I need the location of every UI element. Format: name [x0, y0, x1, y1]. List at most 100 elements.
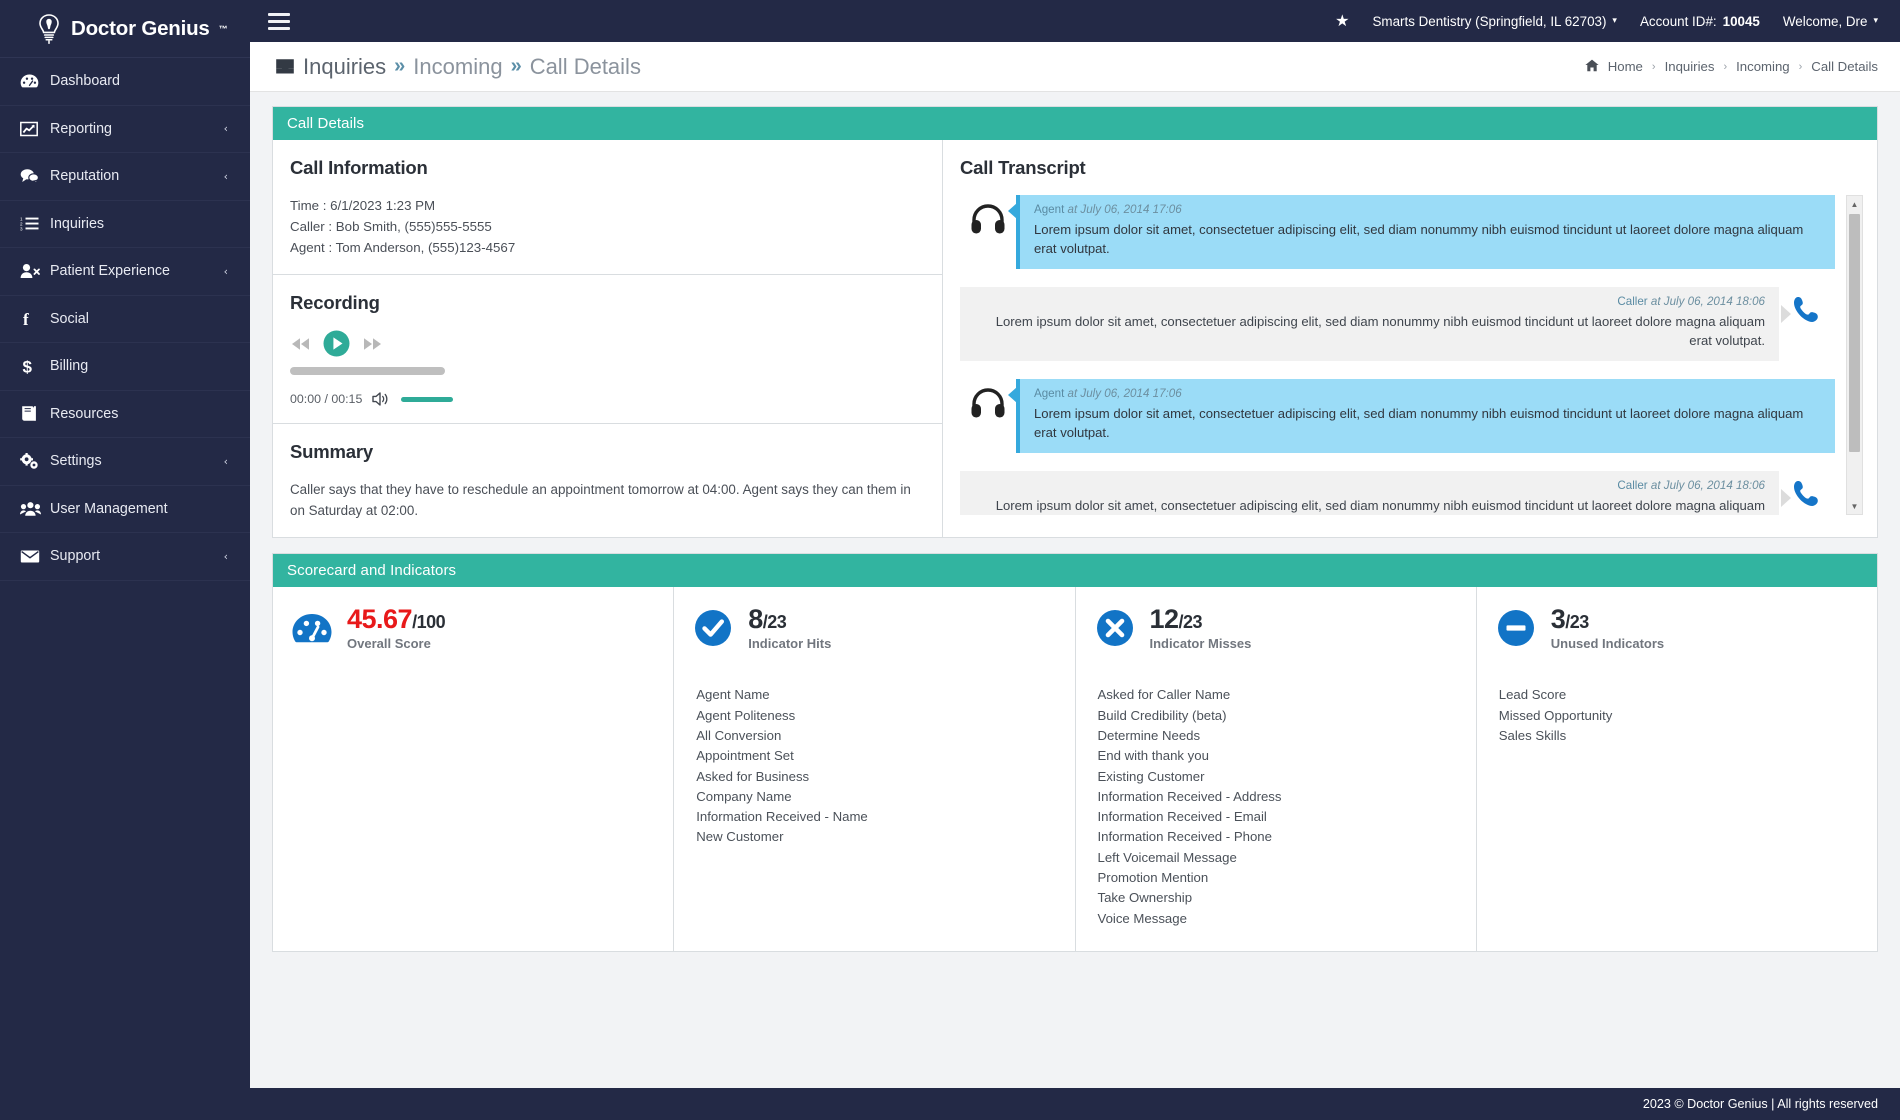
- sidebar-item-reporting[interactable]: Reporting ‹: [0, 106, 250, 153]
- audio-time-display: 00:00 / 00:15: [290, 392, 363, 406]
- scrollbar-thumb[interactable]: [1849, 214, 1860, 452]
- star-icon[interactable]: ★: [1335, 11, 1349, 31]
- transcript-message-meta: Agent at July 06, 2014 17:06: [1034, 203, 1821, 216]
- scorecard-value-number: 3: [1550, 604, 1566, 634]
- transcript-message-meta: Caller at July 06, 2014 18:06: [974, 295, 1765, 308]
- rewind-icon[interactable]: [290, 336, 311, 352]
- transcript-message-meta: Agent at July 06, 2014 17:06: [1034, 387, 1821, 400]
- recording-heading: Recording: [290, 292, 380, 313]
- transcript-speaker: Agent: [1034, 387, 1065, 400]
- brand-logo-area[interactable]: Doctor Genius ™: [0, 0, 250, 58]
- sidebar-item-billing[interactable]: $ Billing: [0, 343, 250, 391]
- sidebar-item-social[interactable]: f Social: [0, 296, 250, 343]
- scroll-up-icon[interactable]: ▲: [1847, 196, 1862, 212]
- list-item: Company Name: [696, 788, 792, 804]
- svg-text:f: f: [23, 310, 29, 327]
- sidebar-item-label: Inquiries: [50, 215, 105, 232]
- page-title-mid: Incoming: [413, 53, 503, 79]
- scorecard-label: Unused Indicators: [1550, 636, 1665, 652]
- scorecard-column-unused-indicators: 3/23 Unused Indicators Lead Score Missed…: [1477, 587, 1877, 951]
- transcript-scroll-region: Agent at July 06, 2014 17:06 Lorem ipsum…: [960, 195, 1863, 515]
- list-item: All Conversion: [696, 727, 782, 743]
- facebook-icon: f: [20, 310, 50, 327]
- volume-up-icon[interactable]: [372, 391, 391, 407]
- chart-line-icon: [20, 121, 50, 137]
- call-information-block: Call Information Time : 6/1/2023 1:23 PM…: [273, 140, 942, 275]
- practice-selector[interactable]: Smarts Dentistry (Springfield, IL 62703)…: [1372, 14, 1616, 29]
- sidebar-item-patient-experience[interactable]: Patient Experience ‹: [0, 248, 250, 296]
- indicator-misses-list: Asked for Caller Name Build Credibility …: [1094, 685, 1458, 929]
- breadcrumb-separator: ›: [1651, 60, 1656, 73]
- chevron-left-icon: ‹: [223, 122, 228, 136]
- breadcrumb-item-inquiries[interactable]: Inquiries: [1665, 59, 1715, 74]
- call-time: Time : 6/1/2023 1:23 PM: [290, 198, 436, 213]
- scorecard-value-number: 8: [748, 604, 763, 634]
- topbar: ★ Smarts Dentistry (Springfield, IL 6270…: [250, 0, 1900, 42]
- sidebar-item-user-management[interactable]: User Management: [0, 486, 250, 533]
- scorecard-panel: Scorecard and Indicators 45.67/100 Overa…: [272, 553, 1878, 952]
- comments-icon: [20, 168, 50, 185]
- transcript-message-text: Lorem ipsum dolor sit amet, consectetuer…: [1034, 222, 1804, 256]
- tachometer-icon: [291, 612, 333, 644]
- scroll-down-icon[interactable]: ▼: [1847, 498, 1862, 514]
- envelope-icon: [20, 549, 50, 564]
- user-menu[interactable]: Welcome, Dre ▾: [1783, 14, 1878, 29]
- page-title-last: Call Details: [529, 53, 641, 79]
- sidebar-item-dashboard[interactable]: Dashboard: [0, 58, 250, 106]
- transcript-scrollbar[interactable]: ▲ ▼: [1846, 195, 1863, 515]
- transcript-message: Agent at July 06, 2014 17:06 Lorem ipsum…: [960, 379, 1835, 453]
- transcript-speaker: Caller: [1617, 295, 1648, 308]
- gears-icon: [20, 452, 50, 470]
- list-item: Sales Skills: [1498, 727, 1567, 743]
- sidebar-item-reputation[interactable]: Reputation ‹: [0, 153, 250, 201]
- chevron-down-icon: ▾: [1873, 16, 1878, 26]
- list-item: Promotion Mention: [1097, 870, 1209, 886]
- breadcrumb-item-home[interactable]: Home: [1608, 59, 1643, 74]
- transcript-bubble: Caller at July 06, 2014 18:06 Lorem ipsu…: [960, 287, 1791, 361]
- sidebar-item-label: Patient Experience: [50, 263, 171, 280]
- scorecard-value: 8/23: [748, 605, 831, 633]
- list-item: Voice Message: [1097, 910, 1187, 926]
- audio-seek-slider[interactable]: [290, 367, 445, 375]
- sidebar-item-settings[interactable]: Settings ‹: [0, 438, 250, 486]
- scorecard-value-denominator: /23: [1178, 612, 1203, 632]
- footer-copyright: 2023 © Doctor Genius | All rights reserv…: [1642, 1097, 1878, 1111]
- volume-slider[interactable]: [401, 396, 454, 402]
- list-item: Agent Name: [696, 687, 770, 703]
- svg-text:$: $: [23, 358, 33, 376]
- scorecard-column-overall-score: 45.67/100 Overall Score: [273, 587, 675, 951]
- sidebar-item-label: User Management: [50, 500, 168, 517]
- chevron-down-icon: ▾: [1612, 16, 1617, 26]
- breadcrumb-separator: ›: [1798, 60, 1803, 73]
- transcript-message-text: Lorem ipsum dolor sit amet, consectetuer…: [995, 314, 1765, 348]
- list-item: Information Received - Email: [1097, 809, 1267, 825]
- users-icon: [20, 501, 50, 517]
- home-icon[interactable]: [1585, 59, 1599, 75]
- call-agent: Agent : Tom Anderson, (555)123-4567: [290, 240, 516, 255]
- sidebar-item-inquiries[interactable]: 123 Inquiries: [0, 201, 250, 248]
- transcript-message: Agent at July 06, 2014 17:06 Lorem ipsum…: [960, 195, 1835, 269]
- call-transcript-heading: Call Transcript: [960, 157, 1086, 178]
- call-information-heading: Call Information: [290, 157, 428, 178]
- summary-text: Caller says that they have to reschedule…: [290, 482, 911, 518]
- list-item: Left Voicemail Message: [1097, 849, 1237, 865]
- play-icon[interactable]: [323, 330, 350, 357]
- scorecard-value-denominator: /23: [762, 612, 787, 632]
- transcript-message: Caller at July 06, 2014 18:06 Lorem ipsu…: [960, 471, 1835, 515]
- brand-trademark: ™: [218, 23, 228, 34]
- breadcrumb-separator: ›: [1723, 60, 1728, 73]
- breadcrumb-item-call-details[interactable]: Call Details: [1811, 59, 1878, 74]
- scorecard-label: Indicator Misses: [1149, 636, 1252, 652]
- transcript-message: Caller at July 06, 2014 18:06 Lorem ipsu…: [960, 287, 1835, 361]
- breadcrumb-item-incoming[interactable]: Incoming: [1736, 59, 1790, 74]
- fast-forward-icon[interactable]: [362, 336, 383, 352]
- indicator-hits-list: Agent Name Agent Politeness All Conversi…: [692, 685, 1056, 847]
- list-item: Agent Politeness: [696, 707, 796, 723]
- sidebar-item-resources[interactable]: Resources: [0, 391, 250, 438]
- sidebar-item-support[interactable]: Support ‹: [0, 533, 250, 581]
- list-item: Determine Needs: [1097, 727, 1201, 743]
- transcript-message-meta: Caller at July 06, 2014 18:06: [974, 479, 1765, 492]
- hamburger-menu-icon[interactable]: [268, 12, 290, 30]
- transcript-bubble: Caller at July 06, 2014 18:06 Lorem ipsu…: [960, 471, 1791, 515]
- audio-player-controls: [290, 330, 925, 357]
